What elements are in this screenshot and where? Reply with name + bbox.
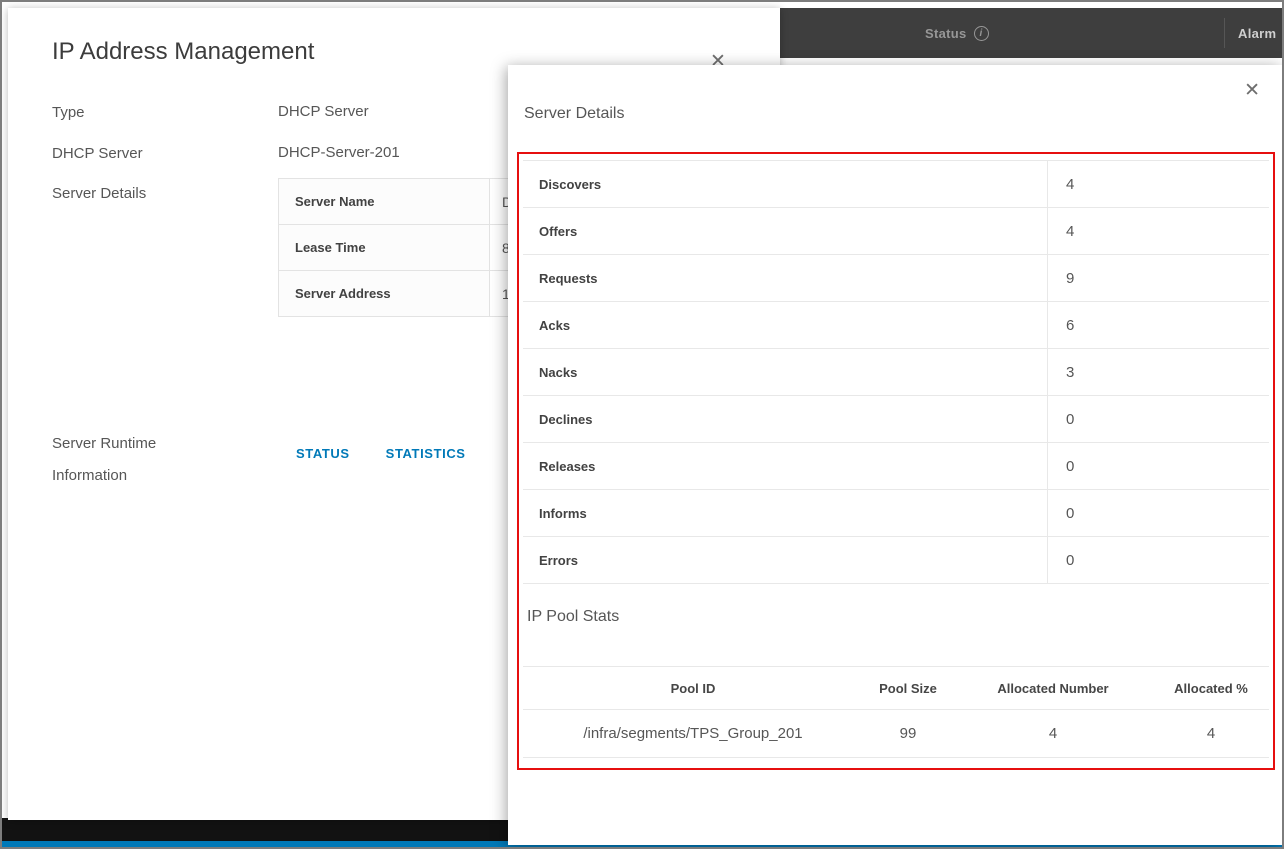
ip-pool-stats-title: IP Pool Stats <box>527 608 620 625</box>
runtime-tabs: STATUS STATISTICS <box>296 446 466 461</box>
stat-row: Declines 0 <box>523 396 1269 443</box>
stat-label: Nacks <box>539 364 578 380</box>
row-label: Server Name <box>279 179 489 224</box>
stat-value: 9 <box>1047 255 1269 301</box>
stat-value: 4 <box>1047 161 1269 207</box>
field-label-type: Type <box>52 104 85 121</box>
stat-value: 3 <box>1047 349 1269 395</box>
stat-label: Requests <box>539 270 598 286</box>
tab-status[interactable]: STATUS <box>296 446 350 461</box>
col-header-allocated-pct: Allocated % <box>1153 666 1269 710</box>
stat-label: Declines <box>539 411 593 427</box>
stat-row: Errors 0 <box>523 537 1269 584</box>
row-label: Server Address <box>279 271 489 316</box>
stat-value: 0 <box>1047 537 1269 583</box>
stat-label: Discovers <box>539 176 602 192</box>
cell-allocated-number: 4 <box>953 709 1153 758</box>
runtime-label: Server Runtime Information <box>52 428 156 492</box>
stat-label: Errors <box>539 552 579 568</box>
cell-pool-size: 99 <box>863 709 953 758</box>
col-header-pool-size: Pool Size <box>863 666 953 710</box>
close-icon[interactable]: ✕ <box>1244 79 1260 102</box>
table-row: /infra/segments/TPS_Group_201 99 4 4 <box>523 709 1269 758</box>
stat-label: Acks <box>539 317 571 333</box>
stat-label: Releases <box>539 458 596 474</box>
annotation-rectangle: Discovers 4 Offers 4 Requests 9 Acks 6 N… <box>517 152 1275 770</box>
stat-value: 0 <box>1047 443 1269 489</box>
stat-row: Offers 4 <box>523 208 1269 255</box>
stat-row: Discovers 4 <box>523 161 1269 208</box>
screen: Status i Alarm IP Address Management ✕ T… <box>0 0 1284 849</box>
server-details-dialog: ✕ Server Details Discovers 4 Offers 4 Re… <box>508 65 1282 845</box>
topbar-divider <box>1224 18 1225 48</box>
stat-row: Requests 9 <box>523 255 1269 302</box>
stat-row: Informs 0 <box>523 490 1269 537</box>
col-header-pool-id: Pool ID <box>523 666 863 710</box>
page-title: IP Address Management <box>52 38 315 65</box>
field-value-dhcp-server: DHCP-Server-201 <box>278 144 400 161</box>
stat-label: Offers <box>539 223 578 239</box>
info-icon[interactable]: i <box>973 25 989 41</box>
status-indicator: Status i <box>925 8 989 58</box>
status-label: Status <box>925 25 967 41</box>
field-label-server-details: Server Details <box>52 185 147 202</box>
stat-value: 0 <box>1047 396 1269 442</box>
cell-allocated-pct: 4 <box>1153 709 1269 758</box>
ip-pool-stats-table: Pool ID Pool Size Allocated Number Alloc… <box>523 666 1269 758</box>
stat-label: Informs <box>539 505 587 521</box>
stat-row: Releases 0 <box>523 443 1269 490</box>
cell-pool-id: /infra/segments/TPS_Group_201 <box>523 709 863 758</box>
dialog-title: Server Details <box>524 105 625 122</box>
stat-value: 0 <box>1047 490 1269 536</box>
table-header-row: Pool ID Pool Size Allocated Number Alloc… <box>523 666 1269 710</box>
field-value-type: DHCP Server <box>278 103 369 120</box>
row-label: Lease Time <box>279 225 489 270</box>
col-header-allocated-number: Allocated Number <box>953 666 1153 710</box>
stat-value: 4 <box>1047 208 1269 254</box>
dhcp-stats-table: Discovers 4 Offers 4 Requests 9 Acks 6 N… <box>523 160 1269 584</box>
runtime-line1: Server Runtime <box>52 435 157 452</box>
tab-statistics[interactable]: STATISTICS <box>386 446 466 461</box>
stat-row: Nacks 3 <box>523 349 1269 396</box>
stat-row: Acks 6 <box>523 302 1269 349</box>
stat-value: 6 <box>1047 302 1269 348</box>
alarm-label: Alarm <box>1238 25 1277 41</box>
field-label-dhcp-server: DHCP Server <box>52 145 143 162</box>
runtime-line2: Information <box>52 467 128 484</box>
